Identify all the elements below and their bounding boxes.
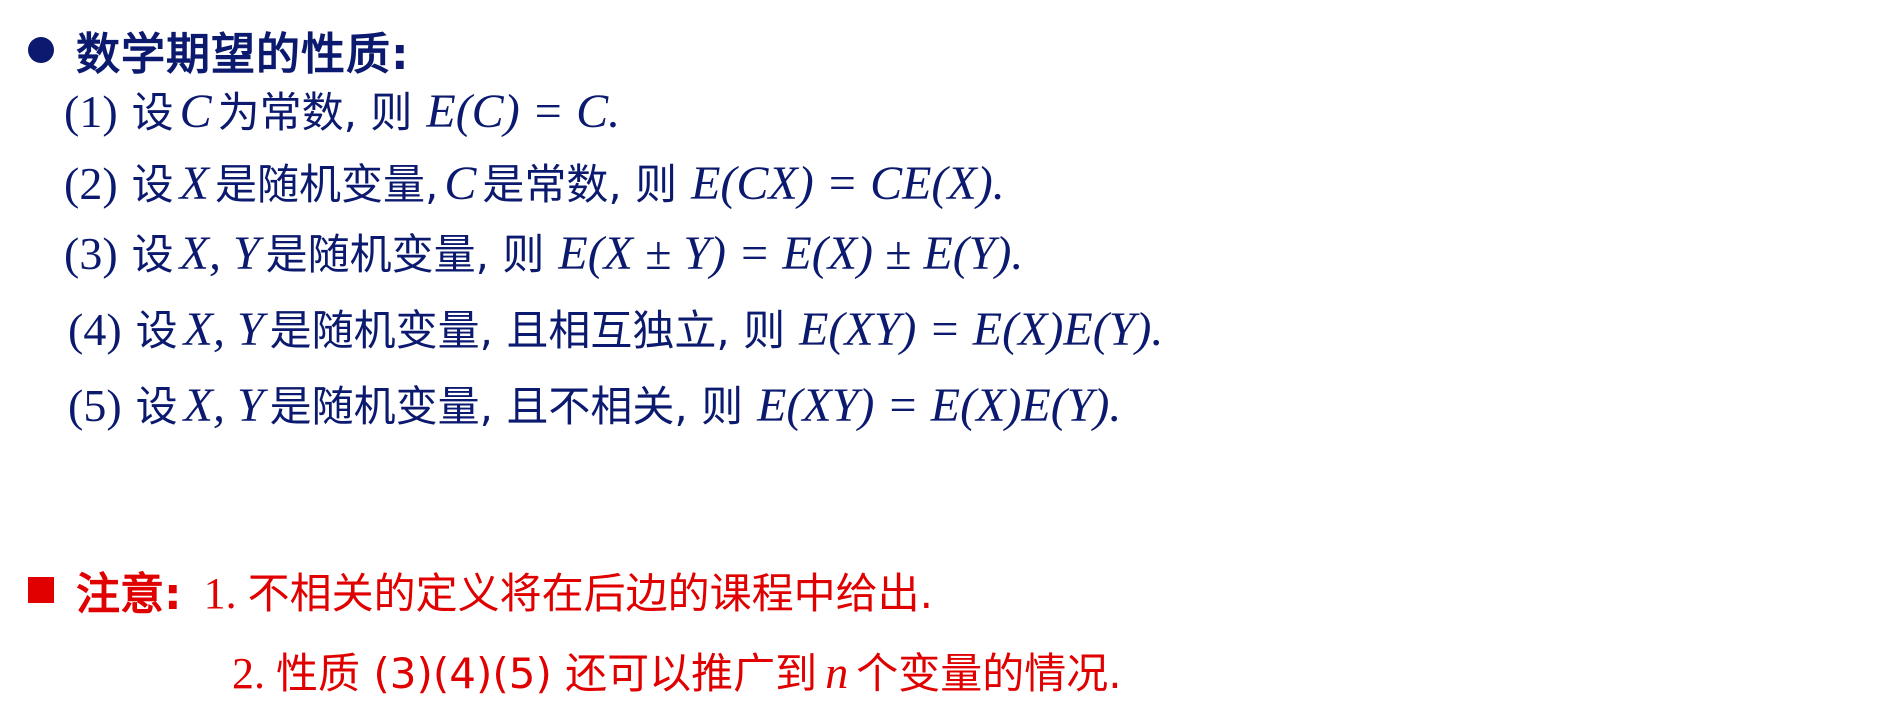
bullet-dot-icon: [28, 37, 54, 63]
property-variable: C: [179, 85, 212, 138]
property-pre: 设: [131, 230, 174, 279]
property-number: (3): [64, 228, 118, 279]
property-2: (2) 设 X 是随机变量, C 是常数, 则 E(CX) = CE(X).: [64, 160, 1005, 208]
property-number: (5): [68, 380, 122, 431]
property-pre: 设: [131, 160, 174, 209]
property-1: (1) 设 C 为常数, 则 E(C) = C.: [64, 88, 620, 136]
note-line-1-number: 1.: [203, 568, 237, 618]
note-line-2: 2. 性质 (3)(4)(5) 还可以推广到 n 个变量的情况.: [232, 640, 1122, 701]
note-line-2-variable: n: [825, 647, 849, 698]
property-formula: E(X ± Y) = E(X) ± E(Y).: [558, 227, 1024, 280]
slide: 数学期望的性质: (1) 设 C 为常数, 则 E(C) = C. (2) 设 X 是随机变量…: [0, 0, 1879, 722]
heading-row: 数学期望的性质:: [28, 18, 410, 82]
property-variable: X: [179, 157, 209, 210]
property-formula: E(XY) = E(X)E(Y).: [757, 379, 1122, 432]
note-line-1-text: 不相关的定义将在后边的课程中给出.: [247, 568, 933, 618]
property-pre: 设: [131, 88, 174, 137]
note-line-2-pre: 性质 (3)(4)(5) 还可以推广到: [276, 649, 818, 698]
property-variable: X, Y: [183, 379, 264, 432]
note-label: 注意:: [76, 569, 182, 620]
note-line-2-number: 2.: [232, 649, 265, 698]
property-number: (2): [64, 158, 118, 209]
property-formula: E(C) = C.: [426, 85, 621, 138]
property-formula: E(CX) = CE(X).: [691, 157, 1005, 210]
property-text: 是随机变量,: [214, 160, 439, 209]
property-number: (1): [64, 86, 118, 137]
property-text: 是随机变量, 则: [265, 230, 545, 279]
property-formula: E(XY) = E(X)E(Y).: [799, 303, 1164, 356]
property-pre: 设: [135, 306, 178, 355]
property-number: (4): [68, 304, 122, 355]
square-bullet-icon: [28, 577, 54, 603]
section-heading: 数学期望的性质:: [76, 29, 410, 80]
property-variable: X, Y: [183, 303, 264, 356]
property-text: 是随机变量, 且相互独立, 则: [269, 306, 786, 355]
property-5: (5) 设 X, Y 是随机变量, 且不相关, 则 E(XY) = E(X)E(Y).: [68, 382, 1121, 430]
property-variable: X, Y: [179, 227, 260, 280]
property-text: 为常数, 则: [217, 88, 413, 137]
note-line-1: 1. 不相关的定义将在后边的课程中给出.: [204, 560, 933, 621]
property-variable-2: C: [444, 157, 477, 210]
property-text: 是随机变量, 且不相关, 则: [269, 382, 744, 431]
property-4: (4) 设 X, Y 是随机变量, 且相互独立, 则 E(XY) = E(X)E(Y).: [68, 306, 1163, 354]
property-3: (3) 设 X, Y 是随机变量, 则 E(X ± Y) = E(X) ± E(Y).: [64, 230, 1023, 278]
property-pre: 设: [135, 382, 178, 431]
note-row: 注意: 1. 不相关的定义将在后边的课程中给出.: [28, 558, 933, 622]
property-text-2: 是常数, 则: [482, 160, 678, 209]
note-line-2-post: 个变量的情况.: [856, 649, 1122, 698]
